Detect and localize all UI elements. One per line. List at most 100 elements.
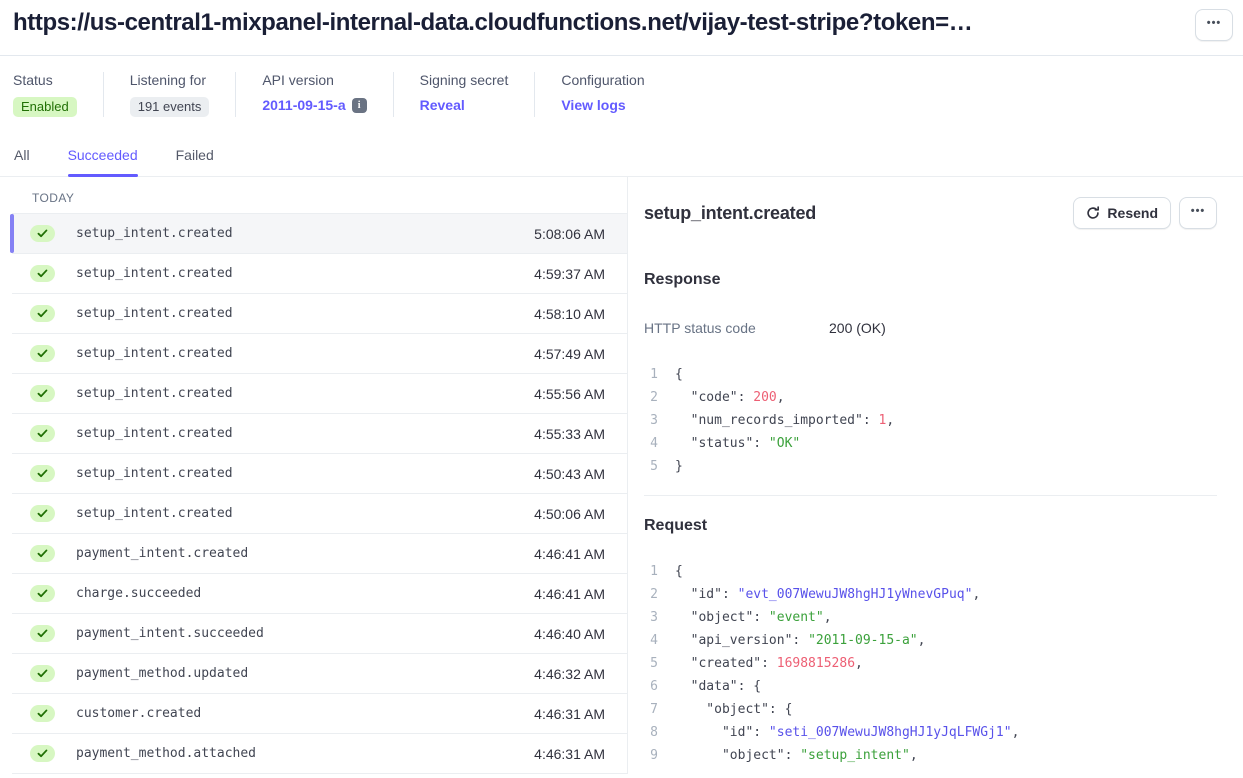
line-number: 1 (644, 367, 658, 382)
success-check-icon (30, 545, 55, 562)
configuration-label: Configuration (561, 72, 644, 88)
page-header: https://us-central1-mixpanel-internal-da… (0, 0, 1243, 56)
event-filter-tabs: All Succeeded Failed (0, 135, 1243, 177)
event-name: payment_method.updated (76, 666, 534, 681)
code-line: 7 "object": { (644, 698, 1217, 721)
event-row[interactable]: setup_intent.created4:58:10 AM (12, 294, 627, 334)
success-check-icon (30, 225, 55, 242)
event-time: 5:08:06 AM (534, 226, 605, 242)
success-check-icon (30, 665, 55, 682)
signing-secret-label: Signing secret (420, 72, 509, 88)
event-name: payment_intent.created (76, 546, 534, 561)
line-number: 3 (644, 610, 658, 625)
success-check-icon (30, 305, 55, 322)
success-check-icon (30, 385, 55, 402)
event-row[interactable]: payment_method.updated4:46:32 AM (12, 654, 627, 694)
code-line: 3 "object": "event", (644, 606, 1217, 629)
event-row[interactable]: setup_intent.created4:50:43 AM (12, 454, 627, 494)
success-check-icon (30, 425, 55, 442)
event-row[interactable]: setup_intent.created5:08:06 AM (12, 214, 627, 254)
summary-status: Status Enabled (13, 72, 103, 117)
code-line: 4 "api_version": "2011-09-15-a", (644, 629, 1217, 652)
code-line: 2 "id": "evt_007WewuJW8hgHJ1yWnevGPuq", (644, 583, 1217, 606)
http-status-value: 200 (OK) (829, 320, 886, 336)
resend-label: Resend (1107, 205, 1158, 221)
event-row[interactable]: charge.succeeded4:46:41 AM (12, 574, 627, 614)
success-check-icon (30, 345, 55, 362)
event-row[interactable]: payment_intent.succeeded4:46:40 AM (12, 614, 627, 654)
info-icon: i (352, 98, 367, 113)
ellipsis-icon: ••• (1207, 18, 1222, 29)
line-number: 4 (644, 436, 658, 451)
reveal-secret-link[interactable]: Reveal (420, 97, 465, 113)
success-check-icon (30, 745, 55, 762)
code-line: 1{ (644, 363, 1217, 386)
success-check-icon (30, 625, 55, 642)
view-logs-link[interactable]: View logs (561, 97, 625, 113)
api-version-label: API version (262, 72, 366, 88)
event-name: charge.succeeded (76, 586, 534, 601)
event-row[interactable]: customer.created4:46:31 AM (12, 694, 627, 734)
api-version-link[interactable]: 2011-09-15-a (262, 97, 345, 113)
code-line: 3 "num_records_imported": 1, (644, 409, 1217, 432)
section-divider (644, 495, 1217, 496)
line-number: 6 (644, 679, 658, 694)
event-time: 4:50:06 AM (534, 506, 605, 522)
event-row[interactable]: payment_intent.created4:46:41 AM (12, 534, 627, 574)
event-row[interactable]: setup_intent.created4:50:06 AM (12, 494, 627, 534)
line-number: 9 (644, 748, 658, 763)
endpoint-summary: Status Enabled Listening for 191 events … (0, 56, 1243, 135)
line-number: 2 (644, 587, 658, 602)
line-number: 4 (644, 633, 658, 648)
event-row[interactable]: setup_intent.created4:59:37 AM (12, 254, 627, 294)
status-label: Status (13, 72, 77, 88)
event-name: setup_intent.created (76, 266, 534, 281)
resend-button[interactable]: Resend (1073, 197, 1171, 229)
line-number: 5 (644, 656, 658, 671)
event-name: setup_intent.created (76, 306, 534, 321)
line-number: 2 (644, 390, 658, 405)
header-overflow-menu-button[interactable]: ••• (1195, 9, 1233, 41)
code-line: 8 "id": "seti_007WewuJW8hgHJ1yJqLFWGj1", (644, 721, 1217, 744)
summary-configuration: Configuration View logs (534, 72, 670, 117)
event-name: customer.created (76, 706, 534, 721)
line-number: 8 (644, 725, 658, 740)
event-time: 4:46:41 AM (534, 546, 605, 562)
summary-api-version: API version 2011-09-15-a i (235, 72, 392, 117)
response-section-heading: Response (644, 271, 1217, 289)
code-line: 2 "code": 200, (644, 386, 1217, 409)
resend-icon (1086, 206, 1100, 220)
line-number: 1 (644, 564, 658, 579)
event-list-panel: TODAY setup_intent.created5:08:06 AMsetu… (0, 177, 628, 774)
request-section-heading: Request (644, 517, 1217, 535)
event-rows: setup_intent.created5:08:06 AMsetup_inte… (12, 214, 627, 774)
line-number: 7 (644, 702, 658, 717)
event-row[interactable]: setup_intent.created4:55:33 AM (12, 414, 627, 454)
event-time: 4:57:49 AM (534, 346, 605, 362)
event-row[interactable]: setup_intent.created4:57:49 AM (12, 334, 627, 374)
event-row[interactable]: payment_method.attached4:46:31 AM (12, 734, 627, 774)
code-line: 4 "status": "OK" (644, 432, 1217, 455)
event-name: setup_intent.created (76, 386, 534, 401)
code-line: 1{ (644, 560, 1217, 583)
event-time: 4:59:37 AM (534, 266, 605, 282)
request-code-block: 1{2 "id": "evt_007WewuJW8hgHJ1yWnevGPuq"… (644, 560, 1217, 767)
event-row[interactable]: setup_intent.created4:55:56 AM (12, 374, 627, 414)
response-code-block: 1{2 "code": 200,3 "num_records_imported"… (644, 363, 1217, 478)
event-name: payment_method.attached (76, 746, 534, 761)
detail-overflow-menu-button[interactable]: ••• (1179, 197, 1217, 229)
summary-signing-secret: Signing secret Reveal (393, 72, 535, 117)
event-time: 4:55:56 AM (534, 386, 605, 402)
event-name: setup_intent.created (76, 426, 534, 441)
tab-failed[interactable]: Failed (176, 141, 214, 176)
tab-succeeded[interactable]: Succeeded (68, 141, 138, 176)
tab-all[interactable]: All (14, 141, 30, 176)
event-detail-title: setup_intent.created (644, 203, 816, 224)
success-check-icon (30, 465, 55, 482)
summary-listening-for: Listening for 191 events (103, 72, 236, 117)
success-check-icon (30, 585, 55, 602)
http-status-label: HTTP status code (644, 320, 829, 336)
event-time: 4:46:31 AM (534, 706, 605, 722)
status-enabled-badge: Enabled (13, 97, 77, 117)
success-check-icon (30, 265, 55, 282)
